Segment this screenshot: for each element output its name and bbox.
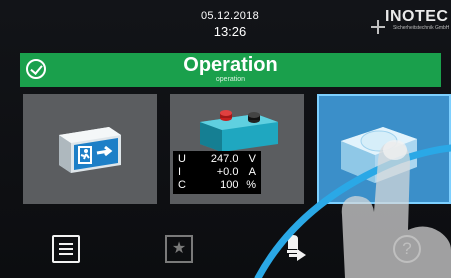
menu-list-icon[interactable]: [52, 235, 80, 263]
readout-quantity: C: [178, 179, 186, 191]
light-test-icon[interactable]: [279, 235, 307, 263]
device-icon: [341, 127, 417, 183]
tile-device[interactable]: [317, 94, 451, 204]
readout-unit: %: [246, 179, 256, 191]
time-label: 13:26: [213, 24, 247, 39]
status-subtitle: operation: [215, 76, 246, 83]
help-icon[interactable]: ?: [393, 235, 421, 263]
tile-battery[interactable]: U 247.0 V I +0.0 A C 100 %: [170, 94, 304, 204]
top-bar: 05.12.2018 13:26 INOTEC Sicherheitstechn…: [0, 0, 451, 48]
status-banner[interactable]: Operation operation: [20, 53, 441, 87]
battery-readout: U 247.0 V I +0.0 A C 100 %: [173, 151, 261, 194]
exit-sign-icon: [59, 127, 121, 173]
readout-row-voltage: U 247.0 V: [178, 153, 256, 166]
controller-screen: 05.12.2018 13:26 INOTEC Sicherheitstechn…: [0, 0, 451, 278]
status-title: Operation: [183, 54, 278, 76]
readout-value: +0.0: [216, 166, 239, 178]
battery-icon: [200, 110, 278, 152]
readout-unit: A: [248, 166, 256, 178]
inotec-logo: INOTEC Sicherheitstechnik GmbH: [371, 8, 450, 36]
bottom-nav: ★ ?: [0, 226, 451, 278]
tile-emergency-lighting[interactable]: [23, 94, 157, 204]
readout-value: 100: [220, 179, 239, 191]
readout-unit: V: [248, 153, 256, 165]
readout-row-capacity: C 100 %: [178, 179, 256, 192]
readout-quantity: I: [178, 166, 182, 178]
logo-subtitle: Sicherheitstechnik GmbH: [393, 25, 450, 31]
logo-text: INOTEC: [385, 8, 449, 25]
star-icon[interactable]: ★: [165, 235, 193, 263]
datetime: 05.12.2018 13:26: [180, 8, 280, 40]
date-label: 05.12.2018: [200, 10, 260, 22]
readout-quantity: U: [178, 153, 186, 165]
readout-value: 247.0: [210, 153, 239, 165]
readout-row-current: I +0.0 A: [178, 166, 256, 179]
logo-mark-icon: [371, 20, 385, 34]
